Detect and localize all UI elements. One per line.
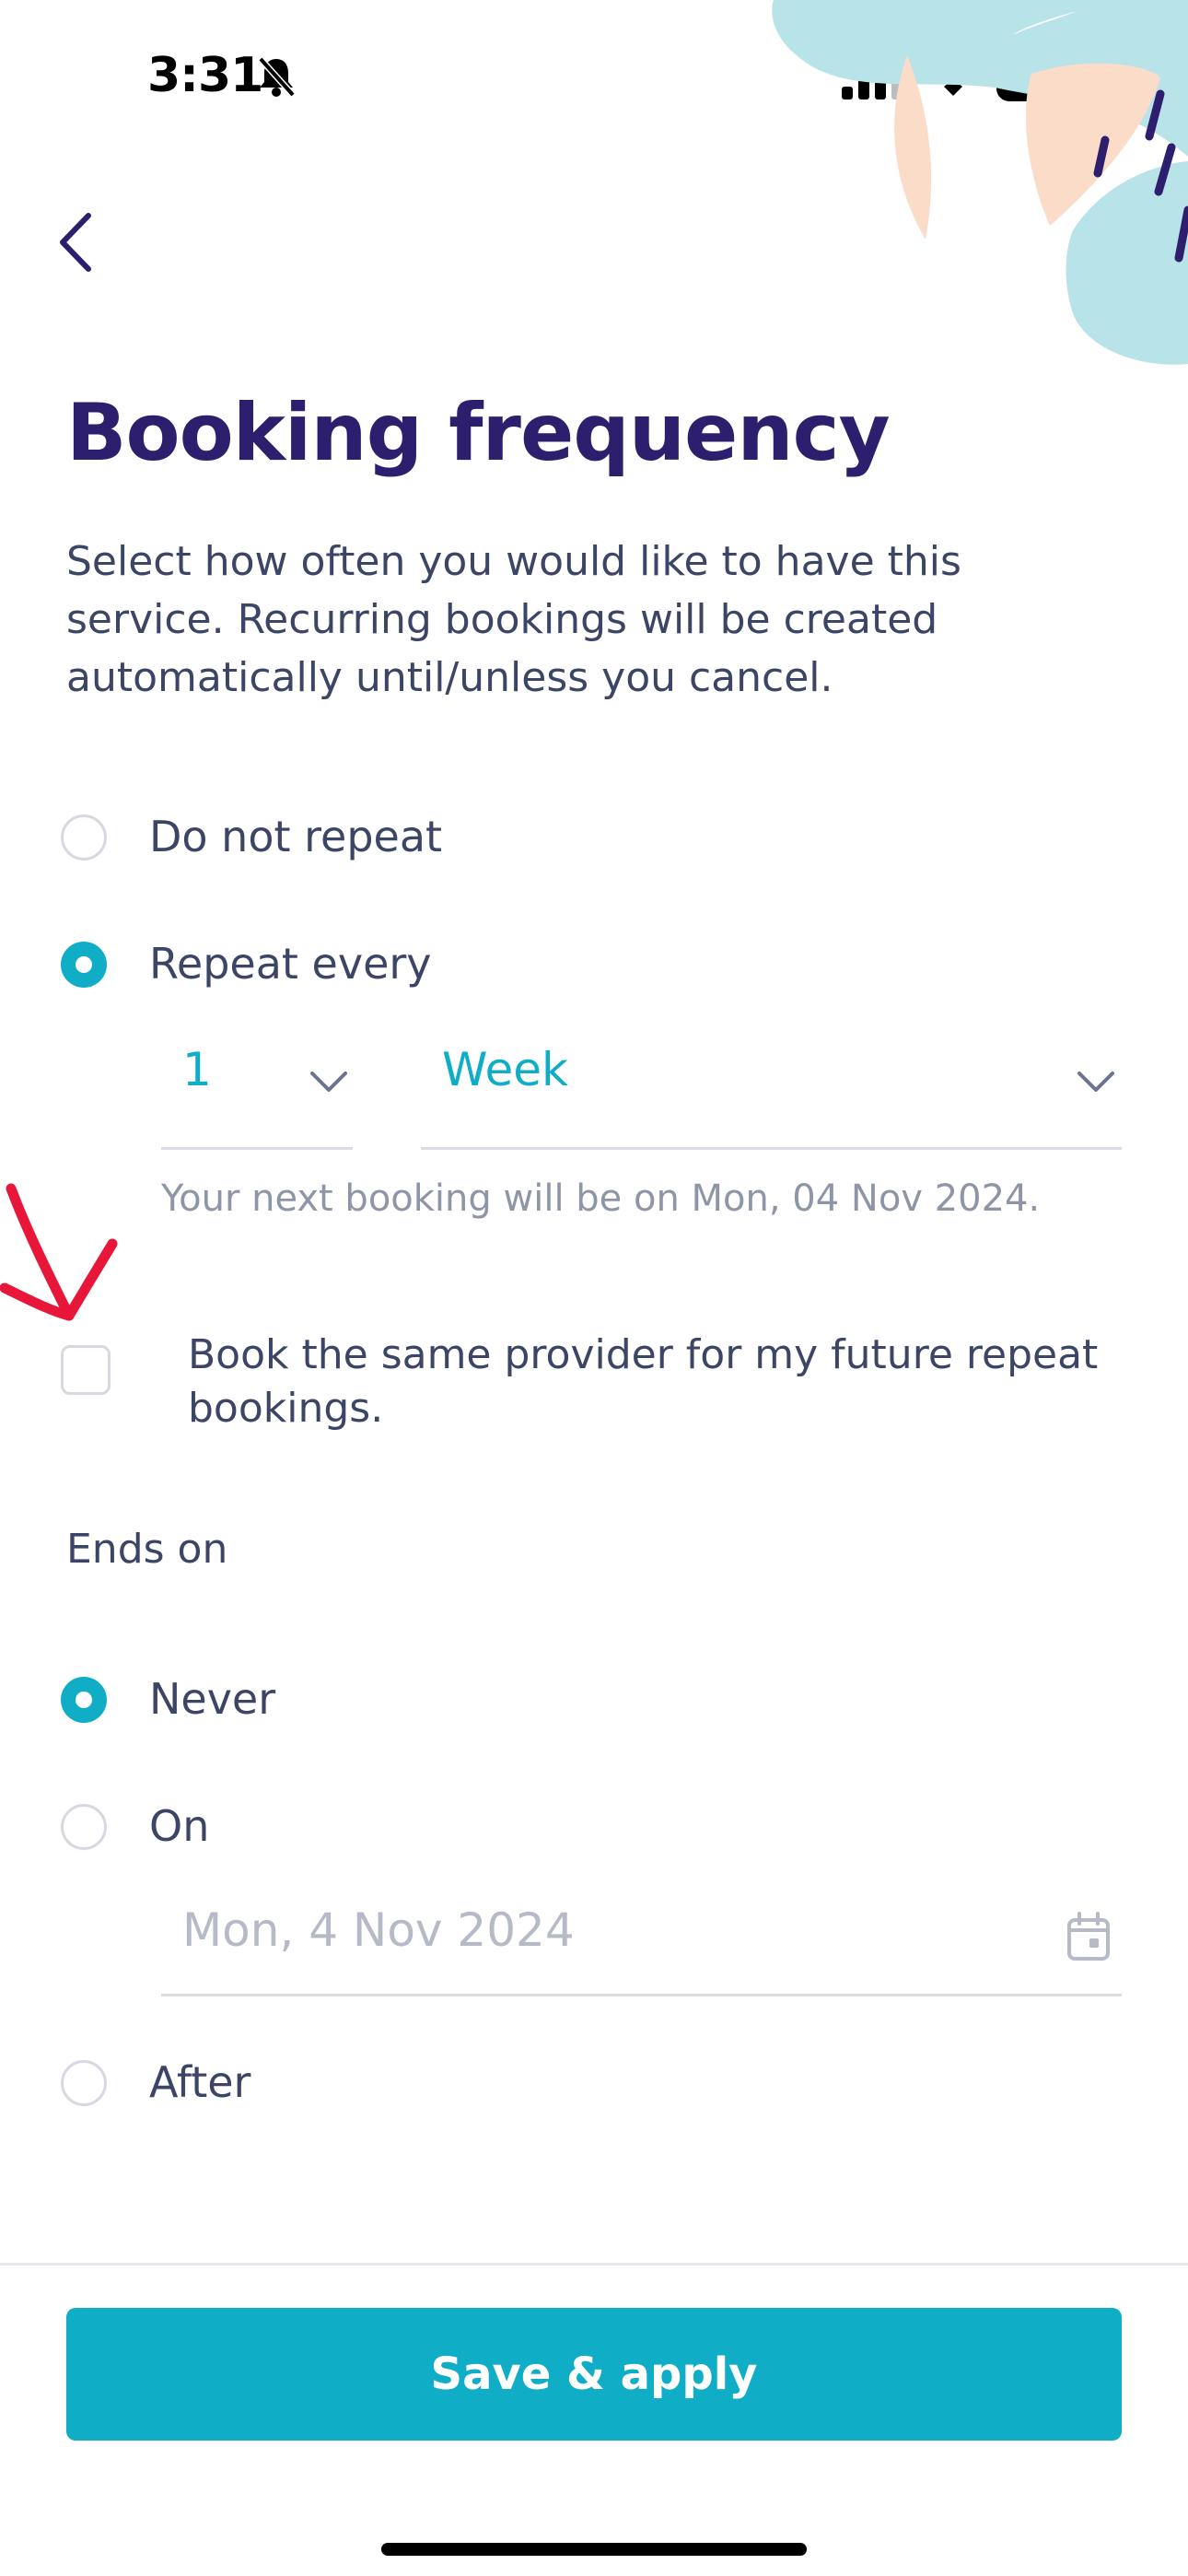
radio-do-not-repeat[interactable]	[61, 814, 107, 861]
option-after-label: After	[149, 2057, 251, 2107]
footer-divider	[0, 2263, 1188, 2266]
ends-on-heading: Ends on	[66, 1526, 228, 1573]
interval-unit-value: Week	[442, 1043, 568, 1096]
interval-number-value: 1	[182, 1043, 212, 1096]
end-date-placeholder: Mon, 4 Nov 2024	[182, 1903, 575, 1957]
next-booking-hint: Your next booking will be on Mon, 04 Nov…	[161, 1177, 1041, 1220]
annotation-arrow-icon	[0, 1183, 118, 1321]
interval-number-select[interactable]: 1	[161, 1041, 353, 1150]
interval-unit-select[interactable]: Week	[421, 1041, 1122, 1150]
option-repeat-every-label: Repeat every	[149, 939, 432, 989]
page-title: Booking frequency	[66, 387, 891, 479]
back-chevron-icon[interactable]	[53, 210, 99, 275]
calendar-icon[interactable]	[1065, 1911, 1112, 1962]
radio-ends-never[interactable]	[61, 1677, 107, 1723]
same-provider-label: Book the same provider for my future rep…	[188, 1331, 1099, 1432]
option-on-label: On	[149, 1801, 210, 1851]
option-do-not-repeat-label: Do not repeat	[149, 812, 443, 861]
chevron-down-icon	[310, 1071, 347, 1092]
decorative-leaves-illustration	[772, 0, 1188, 365]
option-never-label: Never	[149, 1674, 276, 1724]
page-description: Select how often you would like to have …	[66, 538, 961, 701]
chevron-down-icon	[1077, 1071, 1114, 1092]
save-apply-button[interactable]: Save & apply	[66, 2308, 1122, 2441]
same-provider-checkbox[interactable]	[61, 1345, 111, 1395]
radio-ends-on[interactable]	[61, 1804, 107, 1850]
radio-ends-after[interactable]	[61, 2060, 107, 2106]
radio-repeat-every[interactable]	[61, 942, 107, 988]
bell-slash-icon	[258, 56, 296, 98]
status-time: 3:31	[147, 48, 263, 103]
home-indicator	[381, 2543, 807, 2556]
